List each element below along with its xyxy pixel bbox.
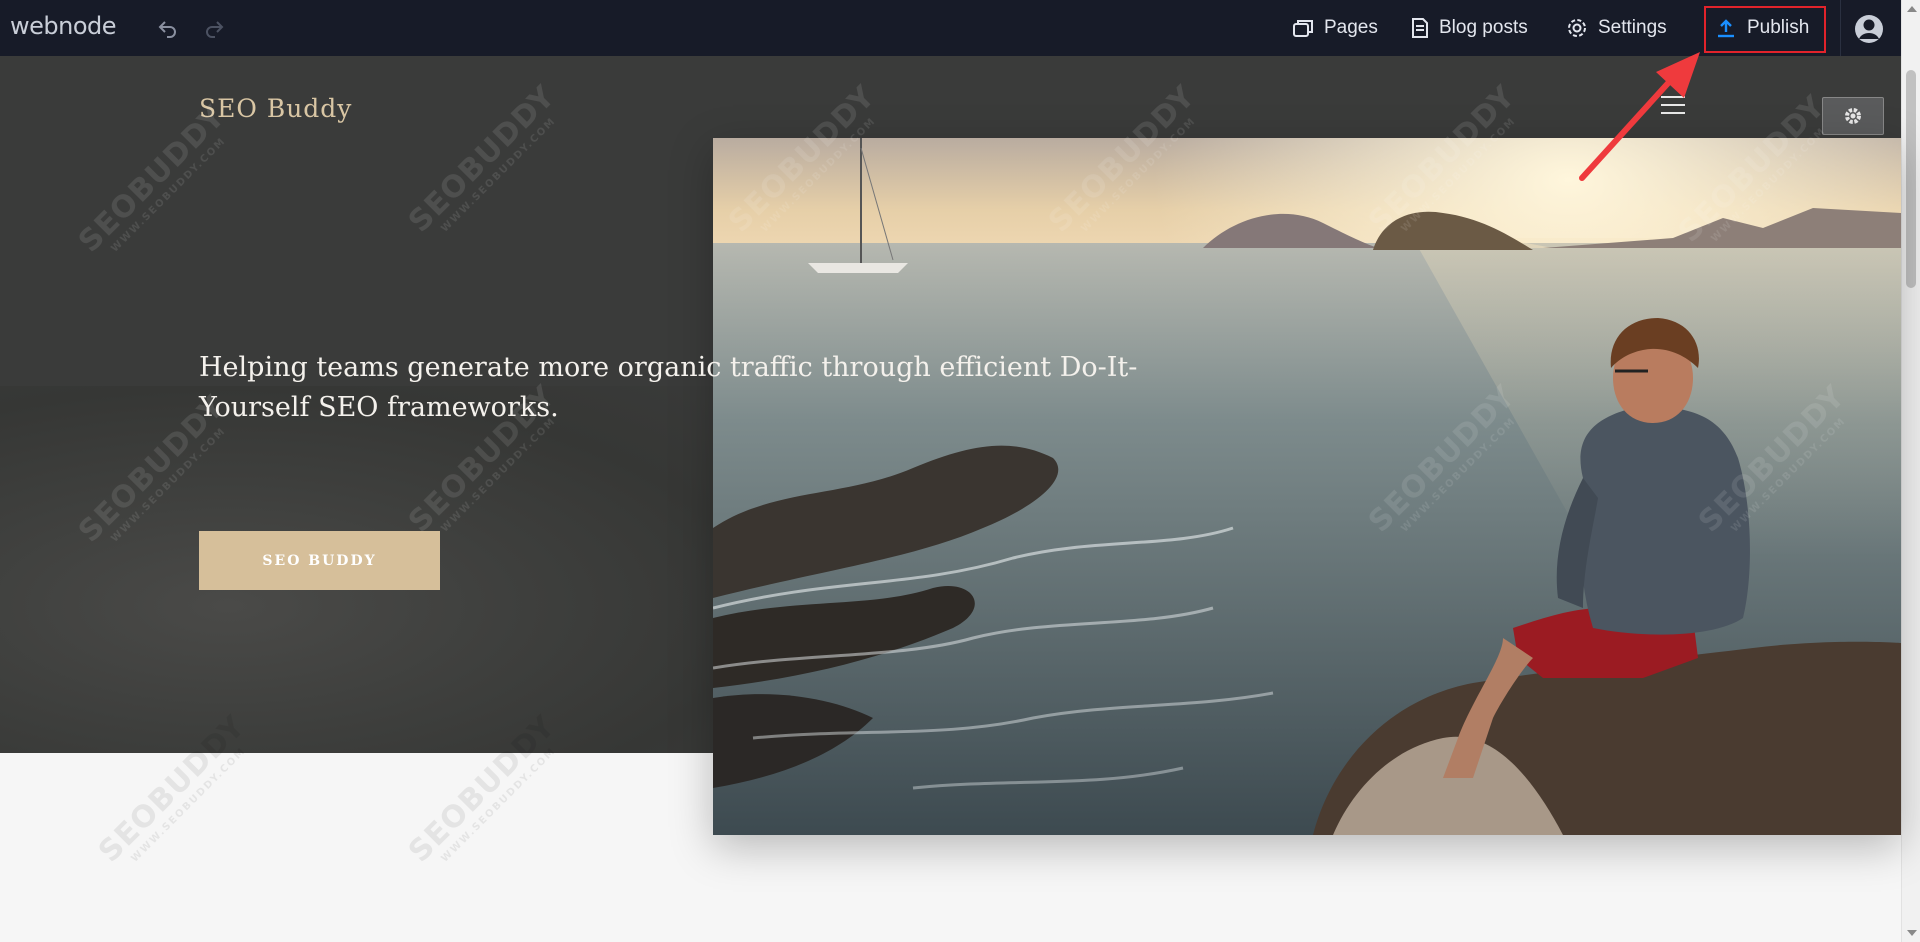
blog-post-icon: [1411, 17, 1429, 39]
hero-tagline[interactable]: Helping teams generate more organic traf…: [199, 348, 1209, 428]
pages-label: Pages: [1324, 17, 1378, 38]
redo-icon[interactable]: [200, 14, 228, 42]
hero-photo-man-by-sea[interactable]: [713, 138, 1901, 835]
section-settings-button[interactable]: [1822, 97, 1884, 135]
seo-buddy-cta-button[interactable]: SEO BUDDY: [199, 531, 440, 590]
site-title[interactable]: SEO Buddy: [199, 94, 352, 123]
scroll-up-arrow-icon[interactable]: [1907, 6, 1917, 12]
gear-icon: [1566, 17, 1588, 39]
user-avatar-icon[interactable]: [1854, 14, 1884, 44]
page-scrollbar[interactable]: [1901, 0, 1920, 942]
settings-button[interactable]: Settings: [1566, 0, 1667, 56]
scroll-down-arrow-icon[interactable]: [1907, 930, 1917, 936]
pages-icon: [1292, 18, 1314, 38]
gear-icon: [1845, 108, 1861, 124]
publish-highlight-box: [1704, 6, 1826, 53]
scroll-thumb[interactable]: [1906, 70, 1916, 288]
settings-label: Settings: [1598, 17, 1667, 38]
blog-posts-button[interactable]: Blog posts: [1411, 0, 1528, 56]
red-annotation-arrow-icon: [1579, 52, 1700, 181]
pages-menu-button[interactable]: Pages: [1292, 0, 1378, 56]
webnode-logo[interactable]: webnode: [10, 12, 117, 40]
undo-icon[interactable]: [154, 14, 182, 42]
blog-posts-label: Blog posts: [1439, 17, 1528, 38]
toolbar-divider: [1840, 0, 1841, 56]
editor-toolbar: webnode Pages Blog posts Settings Publis…: [0, 0, 1901, 56]
